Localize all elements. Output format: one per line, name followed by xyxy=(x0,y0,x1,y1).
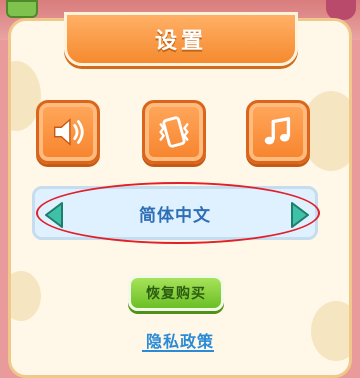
speaker-icon xyxy=(53,118,84,146)
background-decoration-right xyxy=(326,0,356,20)
background-decoration-left xyxy=(6,0,38,18)
vibrate-phone-icon xyxy=(159,116,189,148)
panel-blob xyxy=(311,301,349,361)
language-value: 简体中文 xyxy=(139,205,211,226)
page-title: 设置 xyxy=(154,29,207,54)
music-toggle-button[interactable] xyxy=(246,100,310,164)
vibrate-toggle-button[interactable] xyxy=(142,100,206,164)
privacy-link-underline xyxy=(142,350,214,352)
restore-purchase-label: 恢复购买 xyxy=(146,286,206,302)
language-next-arrow-icon[interactable] xyxy=(288,200,312,230)
privacy-policy-link[interactable]: 隐私政策 xyxy=(135,328,225,352)
panel-blob xyxy=(11,271,41,321)
restore-purchase-button[interactable]: 恢复购买 xyxy=(128,275,224,311)
language-selector: 简体中文 xyxy=(32,186,318,240)
language-prev-arrow-icon[interactable] xyxy=(42,200,66,230)
settings-header: 设置 xyxy=(64,12,298,66)
sound-toggle-button[interactable] xyxy=(36,100,100,164)
music-note-icon xyxy=(264,117,291,145)
